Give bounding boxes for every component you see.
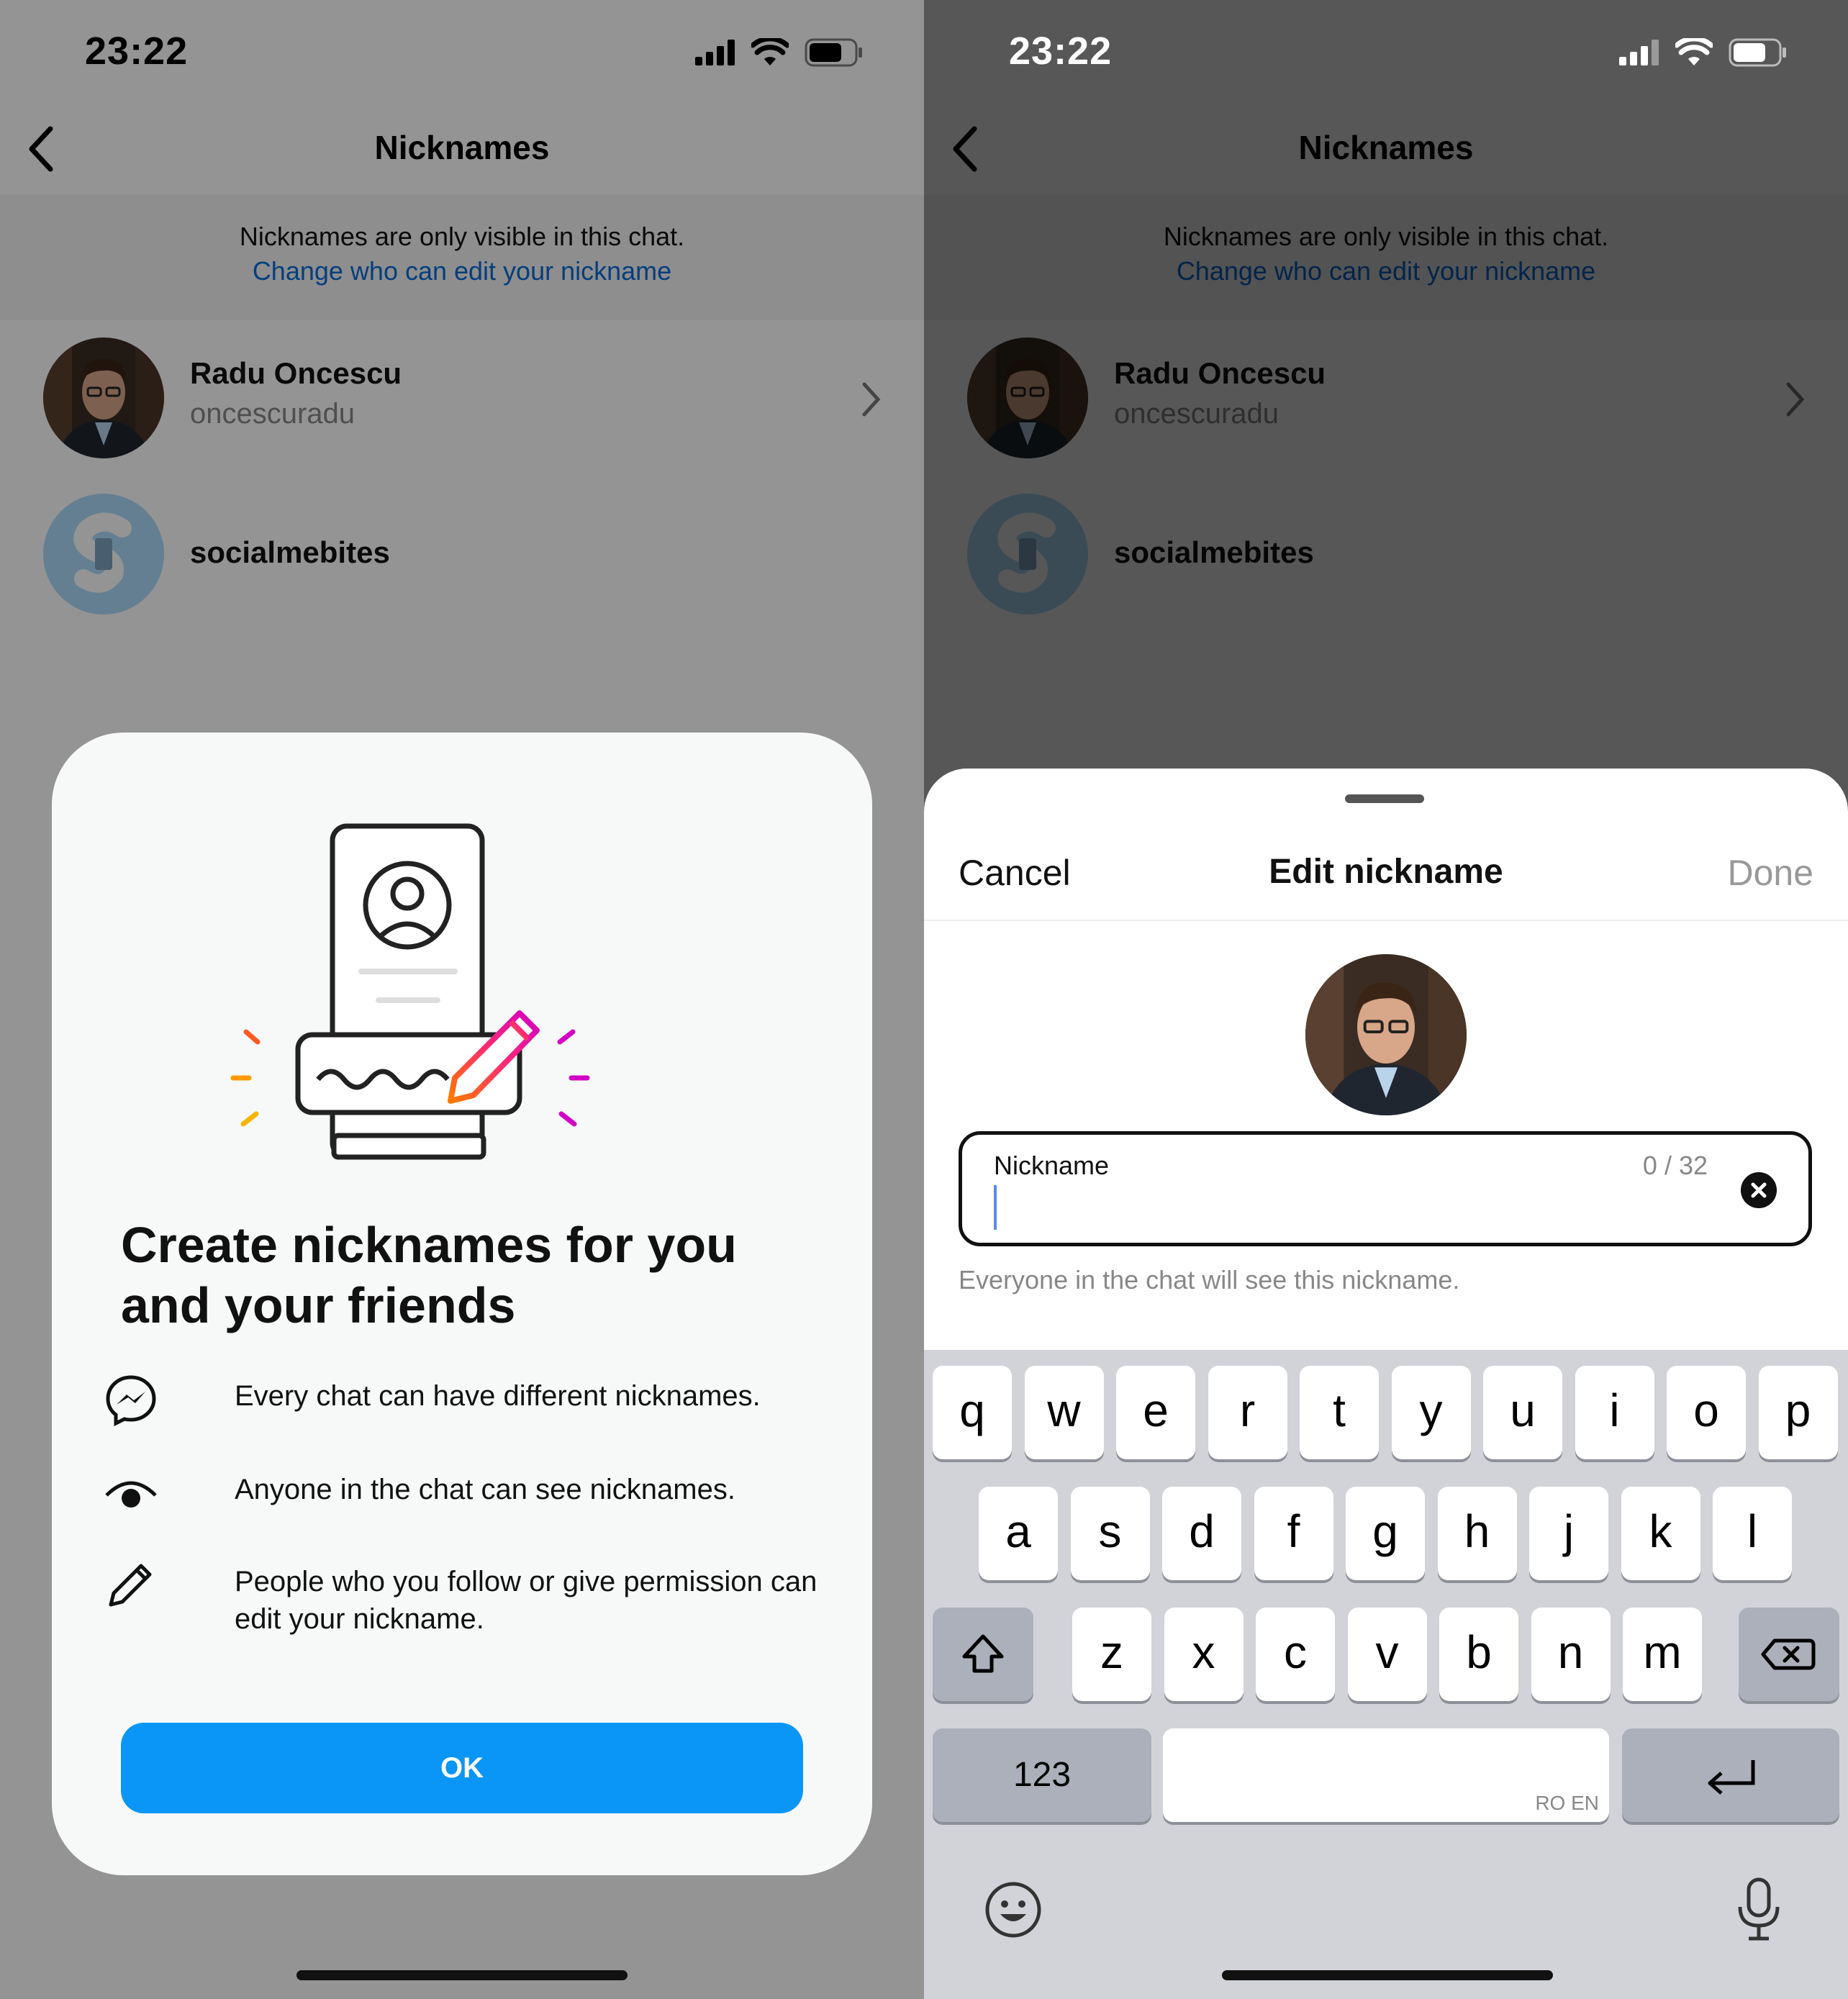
status-time: 23:22 <box>1009 30 1113 73</box>
key-x[interactable]: x <box>1164 1608 1244 1701</box>
microphone-icon[interactable] <box>1729 1875 1789 1944</box>
backspace-key[interactable] <box>1739 1608 1839 1701</box>
key-a[interactable]: a <box>979 1487 1058 1580</box>
pencil-icon <box>109 1564 152 1607</box>
backspace-icon <box>1761 1638 1816 1670</box>
key-p[interactable]: p <box>1758 1366 1838 1459</box>
key-d[interactable]: d <box>1162 1487 1241 1580</box>
key-k[interactable]: k <box>1621 1487 1700 1580</box>
emoji-icon[interactable] <box>983 1880 1043 1940</box>
messenger-icon <box>106 1375 156 1427</box>
ok-button[interactable]: OK <box>121 1723 803 1813</box>
sheet-grabber[interactable] <box>1345 794 1424 803</box>
text-caret <box>994 1185 997 1230</box>
battery-icon <box>1729 38 1786 67</box>
character-counter: 0 / 32 <box>1642 1151 1708 1180</box>
feature-text: Every chat can have different nicknames. <box>235 1380 761 1412</box>
key-u[interactable]: u <box>1483 1366 1562 1459</box>
key-t[interactable]: t <box>1300 1366 1379 1459</box>
return-key[interactable] <box>1622 1728 1839 1822</box>
key-r[interactable]: r <box>1208 1366 1287 1459</box>
avatar <box>1305 954 1467 1115</box>
language-hint: RO EN <box>1535 1792 1599 1814</box>
key-f[interactable]: f <box>1254 1487 1333 1580</box>
key-z[interactable]: z <box>1072 1608 1151 1701</box>
nickname-field[interactable]: Nickname 0 / 32 <box>959 1131 1812 1246</box>
key-y[interactable]: y <box>1391 1366 1471 1459</box>
feature-text: Anyone in the chat can see nicknames. <box>235 1474 735 1505</box>
key-c[interactable]: c <box>1256 1608 1335 1701</box>
shift-key[interactable] <box>933 1608 1033 1701</box>
done-button[interactable]: Done <box>1727 852 1813 894</box>
helper-text: Everyone in the chat will see this nickn… <box>959 1265 1460 1295</box>
key-b[interactable]: b <box>1439 1608 1518 1701</box>
intro-modal: Create nicknames for you and your friend… <box>52 733 872 1875</box>
nickname-label: Nickname <box>994 1151 1110 1180</box>
shift-icon <box>962 1634 1004 1673</box>
status-icons <box>1619 36 1788 69</box>
eye-icon <box>105 1481 157 1508</box>
nickname-input[interactable] <box>994 1185 1641 1230</box>
feature-text: People who you follow or give permission… <box>235 1566 817 1635</box>
key-s[interactable]: s <box>1070 1487 1150 1580</box>
key-n[interactable]: n <box>1531 1608 1611 1701</box>
key-l[interactable]: l <box>1713 1487 1792 1580</box>
key-h[interactable]: h <box>1437 1487 1517 1580</box>
space-key[interactable]: RO EN <box>1163 1728 1609 1822</box>
signal-icon <box>1619 40 1659 65</box>
key-q[interactable]: q <box>933 1366 1012 1459</box>
numbers-key[interactable]: 123 <box>933 1728 1151 1822</box>
key-w[interactable]: w <box>1024 1366 1104 1459</box>
modal-title: Create nicknames for you and your friend… <box>121 1217 737 1333</box>
home-indicator <box>296 1970 628 1980</box>
edit-nickname-screen: 23:22 Nicknames Nicknames are only visib… <box>924 0 1848 1999</box>
sheet-title: Edit nickname <box>1269 853 1503 891</box>
keyboard: 123 RO EN qwertyuiop asdfghjkl zxcvbnm <box>924 1350 1848 1999</box>
key-m[interactable]: m <box>1623 1608 1702 1701</box>
wifi-icon <box>1675 38 1713 65</box>
key-i[interactable]: i <box>1575 1366 1654 1459</box>
return-icon <box>1708 1760 1755 1795</box>
key-v[interactable]: v <box>1347 1608 1427 1701</box>
key-g[interactable]: g <box>1346 1487 1425 1580</box>
intro-screen: 23:22 Nicknames Nicknames are only visib… <box>0 0 924 1999</box>
divider <box>924 920 1848 921</box>
clear-icon[interactable] <box>1741 1172 1777 1208</box>
key-j[interactable]: j <box>1529 1487 1608 1580</box>
key-e[interactable]: e <box>1116 1366 1195 1459</box>
nickname-illustration <box>230 823 590 1160</box>
home-indicator <box>1222 1970 1553 1980</box>
key-o[interactable]: o <box>1667 1366 1746 1459</box>
